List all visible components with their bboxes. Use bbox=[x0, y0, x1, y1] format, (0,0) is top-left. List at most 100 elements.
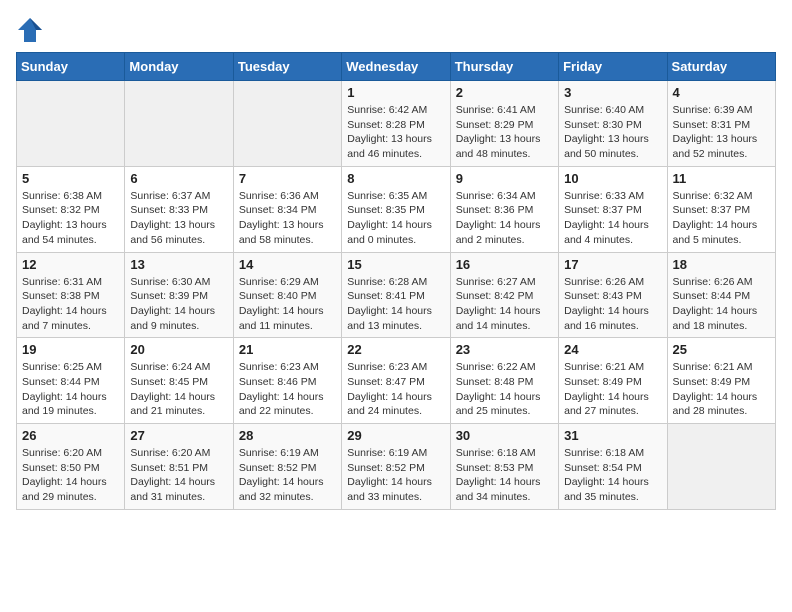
day-of-week-header: Sunday bbox=[17, 53, 125, 81]
header-row: SundayMondayTuesdayWednesdayThursdayFrid… bbox=[17, 53, 776, 81]
calendar-cell bbox=[125, 81, 233, 167]
day-number: 17 bbox=[564, 257, 661, 272]
calendar-week-row: 26 Sunrise: 6:20 AMSunset: 8:50 PMDayligh… bbox=[17, 424, 776, 510]
logo bbox=[16, 16, 48, 44]
calendar-cell: 2 Sunrise: 6:41 AMSunset: 8:29 PMDaylight… bbox=[450, 81, 558, 167]
day-number: 12 bbox=[22, 257, 119, 272]
calendar-cell: 10Sunrise: 6:33 AMSunset: 8:37 PMDayligh… bbox=[559, 166, 667, 252]
day-number: 4 bbox=[673, 85, 770, 100]
day-info: Sunrise: 6:26 AMSunset: 8:43 PMDaylight:… bbox=[564, 275, 661, 334]
day-number: 20 bbox=[130, 342, 227, 357]
day-info: Sunrise: 6:42 AMSunset: 8:28 PMDaylight:… bbox=[347, 103, 444, 162]
calendar-cell: 9 Sunrise: 6:34 AMSunset: 8:36 PMDaylight… bbox=[450, 166, 558, 252]
calendar-cell bbox=[233, 81, 341, 167]
day-number: 30 bbox=[456, 428, 553, 443]
day-info: Sunrise: 6:34 AMSunset: 8:36 PMDaylight:… bbox=[456, 189, 553, 248]
day-number: 15 bbox=[347, 257, 444, 272]
calendar-cell: 25 Sunrise: 6:21 AMSunset: 8:49 PMDayligh… bbox=[667, 338, 775, 424]
day-number: 25 bbox=[673, 342, 770, 357]
day-number: 3 bbox=[564, 85, 661, 100]
day-info: Sunrise: 6:41 AMSunset: 8:29 PMDaylight:… bbox=[456, 103, 553, 162]
calendar-cell: 11 Sunrise: 6:32 AMSunset: 8:37 PMDayligh… bbox=[667, 166, 775, 252]
calendar-cell: 13 Sunrise: 6:30 AMSunset: 8:39 PMDayligh… bbox=[125, 252, 233, 338]
calendar-cell: 16 Sunrise: 6:27 AMSunset: 8:42 PMDayligh… bbox=[450, 252, 558, 338]
day-info: Sunrise: 6:33 AMSunset: 8:37 PMDaylight:… bbox=[564, 189, 661, 248]
calendar-cell: 28 Sunrise: 6:19 AMSunset: 8:52 PMDayligh… bbox=[233, 424, 341, 510]
day-of-week-header: Thursday bbox=[450, 53, 558, 81]
day-info: Sunrise: 6:30 AMSunset: 8:39 PMDaylight:… bbox=[130, 275, 227, 334]
day-info: Sunrise: 6:26 AMSunset: 8:44 PMDaylight:… bbox=[673, 275, 770, 334]
calendar-cell: 30 Sunrise: 6:18 AMSunset: 8:53 PMDayligh… bbox=[450, 424, 558, 510]
day-number: 8 bbox=[347, 171, 444, 186]
calendar-cell: 4 Sunrise: 6:39 AMSunset: 8:31 PMDaylight… bbox=[667, 81, 775, 167]
day-info: Sunrise: 6:23 AMSunset: 8:47 PMDaylight:… bbox=[347, 360, 444, 419]
calendar-cell: 29Sunrise: 6:19 AMSunset: 8:52 PMDayligh… bbox=[342, 424, 450, 510]
day-info: Sunrise: 6:20 AMSunset: 8:50 PMDaylight:… bbox=[22, 446, 119, 505]
day-info: Sunrise: 6:28 AMSunset: 8:41 PMDaylight:… bbox=[347, 275, 444, 334]
day-of-week-header: Wednesday bbox=[342, 53, 450, 81]
day-number: 23 bbox=[456, 342, 553, 357]
calendar-body: 1 Sunrise: 6:42 AMSunset: 8:28 PMDaylight… bbox=[17, 81, 776, 510]
calendar-cell: 5 Sunrise: 6:38 AMSunset: 8:32 PMDaylight… bbox=[17, 166, 125, 252]
calendar-cell: 23 Sunrise: 6:22 AMSunset: 8:48 PMDayligh… bbox=[450, 338, 558, 424]
calendar-cell: 19 Sunrise: 6:25 AMSunset: 8:44 PMDayligh… bbox=[17, 338, 125, 424]
day-info: Sunrise: 6:18 AMSunset: 8:54 PMDaylight:… bbox=[564, 446, 661, 505]
calendar-week-row: 5 Sunrise: 6:38 AMSunset: 8:32 PMDaylight… bbox=[17, 166, 776, 252]
day-number: 13 bbox=[130, 257, 227, 272]
day-info: Sunrise: 6:27 AMSunset: 8:42 PMDaylight:… bbox=[456, 275, 553, 334]
day-number: 18 bbox=[673, 257, 770, 272]
calendar-week-row: 19 Sunrise: 6:25 AMSunset: 8:44 PMDayligh… bbox=[17, 338, 776, 424]
day-number: 7 bbox=[239, 171, 336, 186]
calendar-cell: 17 Sunrise: 6:26 AMSunset: 8:43 PMDayligh… bbox=[559, 252, 667, 338]
day-info: Sunrise: 6:22 AMSunset: 8:48 PMDaylight:… bbox=[456, 360, 553, 419]
calendar-cell bbox=[667, 424, 775, 510]
calendar-cell: 6 Sunrise: 6:37 AMSunset: 8:33 PMDaylight… bbox=[125, 166, 233, 252]
calendar-cell: 21 Sunrise: 6:23 AMSunset: 8:46 PMDayligh… bbox=[233, 338, 341, 424]
calendar-cell: 27 Sunrise: 6:20 AMSunset: 8:51 PMDayligh… bbox=[125, 424, 233, 510]
calendar-cell: 15 Sunrise: 6:28 AMSunset: 8:41 PMDayligh… bbox=[342, 252, 450, 338]
calendar-cell: 1 Sunrise: 6:42 AMSunset: 8:28 PMDaylight… bbox=[342, 81, 450, 167]
day-info: Sunrise: 6:21 AMSunset: 8:49 PMDaylight:… bbox=[673, 360, 770, 419]
day-number: 1 bbox=[347, 85, 444, 100]
calendar-cell bbox=[17, 81, 125, 167]
day-info: Sunrise: 6:35 AMSunset: 8:35 PMDaylight:… bbox=[347, 189, 444, 248]
calendar-cell: 31 Sunrise: 6:18 AMSunset: 8:54 PMDayligh… bbox=[559, 424, 667, 510]
calendar-cell: 18 Sunrise: 6:26 AMSunset: 8:44 PMDayligh… bbox=[667, 252, 775, 338]
day-number: 6 bbox=[130, 171, 227, 186]
logo-icon bbox=[16, 16, 44, 44]
day-info: Sunrise: 6:40 AMSunset: 8:30 PMDaylight:… bbox=[564, 103, 661, 162]
calendar-cell: 14Sunrise: 6:29 AMSunset: 8:40 PMDayligh… bbox=[233, 252, 341, 338]
day-info: Sunrise: 6:39 AMSunset: 8:31 PMDaylight:… bbox=[673, 103, 770, 162]
day-of-week-header: Tuesday bbox=[233, 53, 341, 81]
day-number: 9 bbox=[456, 171, 553, 186]
day-number: 11 bbox=[673, 171, 770, 186]
day-number: 5 bbox=[22, 171, 119, 186]
day-number: 16 bbox=[456, 257, 553, 272]
calendar-cell: 26 Sunrise: 6:20 AMSunset: 8:50 PMDayligh… bbox=[17, 424, 125, 510]
day-number: 28 bbox=[239, 428, 336, 443]
day-info: Sunrise: 6:23 AMSunset: 8:46 PMDaylight:… bbox=[239, 360, 336, 419]
day-number: 2 bbox=[456, 85, 553, 100]
day-number: 19 bbox=[22, 342, 119, 357]
day-info: Sunrise: 6:38 AMSunset: 8:32 PMDaylight:… bbox=[22, 189, 119, 248]
day-info: Sunrise: 6:31 AMSunset: 8:38 PMDaylight:… bbox=[22, 275, 119, 334]
calendar-cell: 8 Sunrise: 6:35 AMSunset: 8:35 PMDaylight… bbox=[342, 166, 450, 252]
page-header bbox=[16, 16, 776, 44]
day-info: Sunrise: 6:25 AMSunset: 8:44 PMDaylight:… bbox=[22, 360, 119, 419]
day-info: Sunrise: 6:18 AMSunset: 8:53 PMDaylight:… bbox=[456, 446, 553, 505]
day-number: 26 bbox=[22, 428, 119, 443]
day-number: 31 bbox=[564, 428, 661, 443]
day-info: Sunrise: 6:20 AMSunset: 8:51 PMDaylight:… bbox=[130, 446, 227, 505]
calendar-table: SundayMondayTuesdayWednesdayThursdayFrid… bbox=[16, 52, 776, 510]
calendar-cell: 20Sunrise: 6:24 AMSunset: 8:45 PMDayligh… bbox=[125, 338, 233, 424]
calendar-week-row: 1 Sunrise: 6:42 AMSunset: 8:28 PMDaylight… bbox=[17, 81, 776, 167]
day-info: Sunrise: 6:37 AMSunset: 8:33 PMDaylight:… bbox=[130, 189, 227, 248]
day-number: 21 bbox=[239, 342, 336, 357]
calendar-week-row: 12 Sunrise: 6:31 AMSunset: 8:38 PMDayligh… bbox=[17, 252, 776, 338]
day-info: Sunrise: 6:19 AMSunset: 8:52 PMDaylight:… bbox=[239, 446, 336, 505]
calendar-cell: 7 Sunrise: 6:36 AMSunset: 8:34 PMDaylight… bbox=[233, 166, 341, 252]
day-number: 27 bbox=[130, 428, 227, 443]
day-info: Sunrise: 6:36 AMSunset: 8:34 PMDaylight:… bbox=[239, 189, 336, 248]
calendar-cell: 3 Sunrise: 6:40 AMSunset: 8:30 PMDaylight… bbox=[559, 81, 667, 167]
day-info: Sunrise: 6:32 AMSunset: 8:37 PMDaylight:… bbox=[673, 189, 770, 248]
